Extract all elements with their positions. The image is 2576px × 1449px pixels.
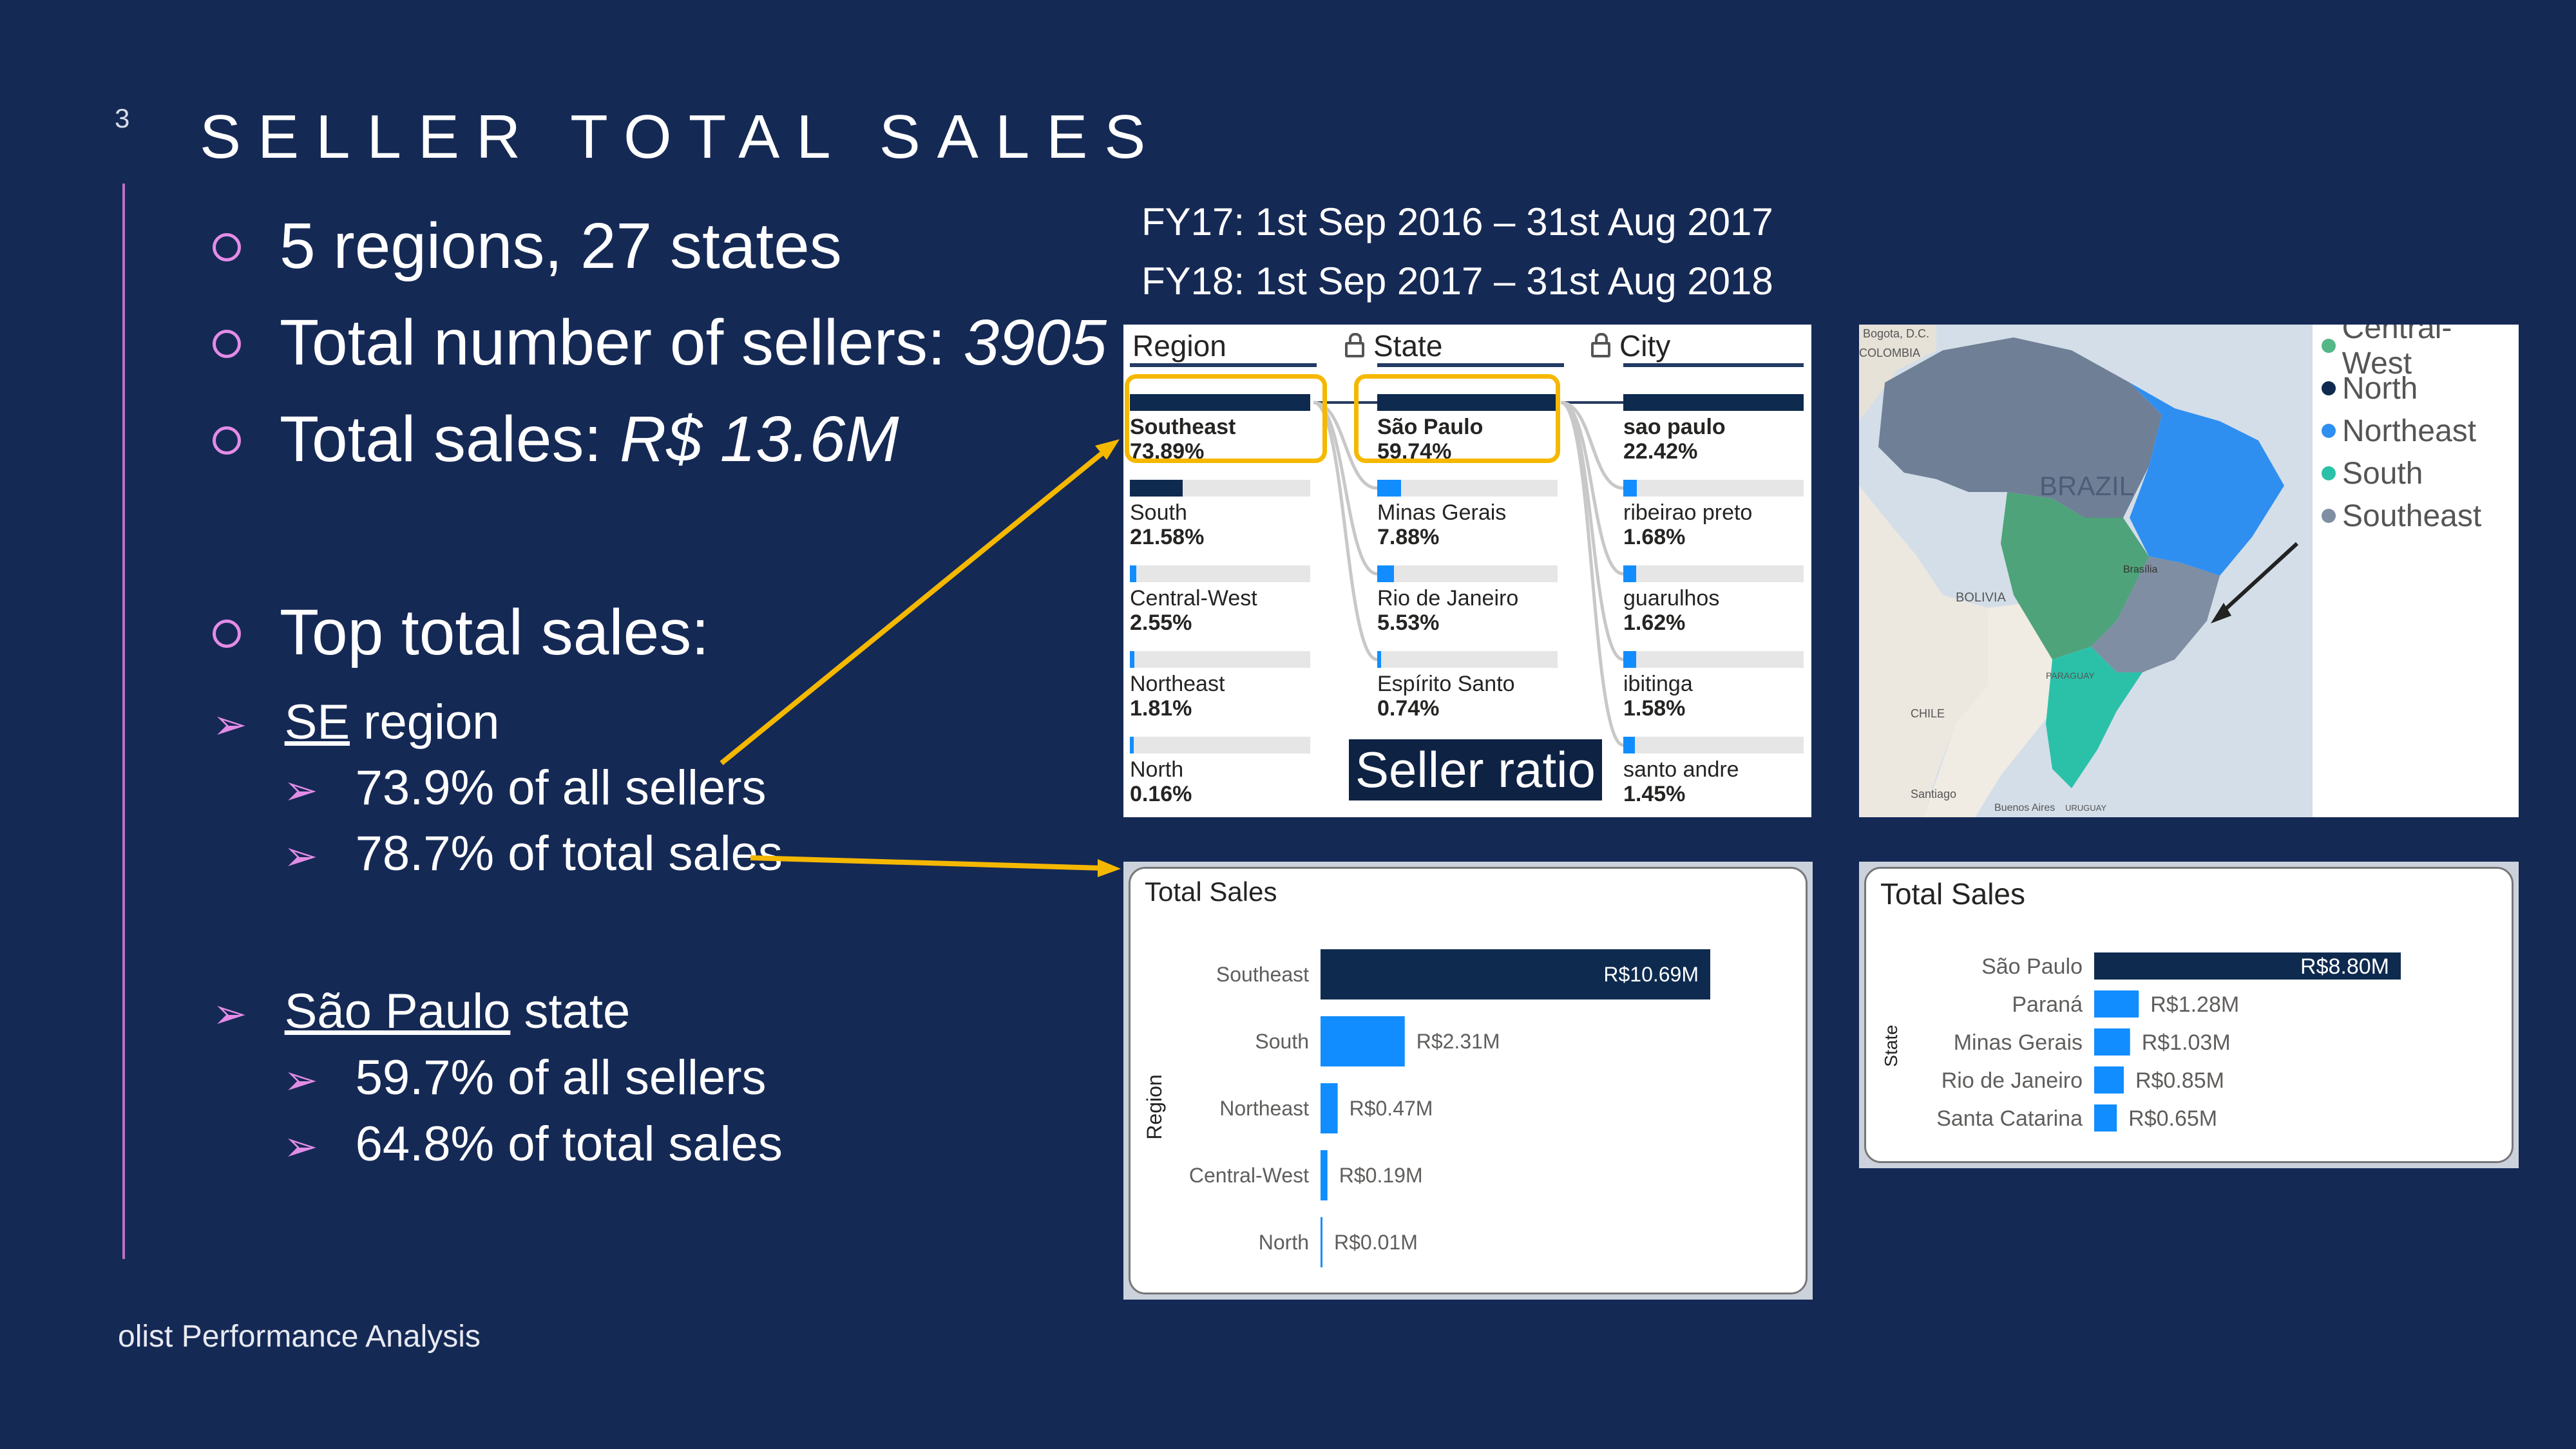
se-callout-arrow [720, 447, 1109, 766]
category-tick-label: São Paulo [1981, 954, 2083, 979]
category-tick-label: South [1255, 1030, 1309, 1053]
bar [2094, 1028, 2130, 1056]
bar [1321, 1217, 1322, 1267]
category-tick-label: Paraná [2012, 992, 2083, 1017]
y-axis-label: Region [1143, 1074, 1166, 1139]
bar [1321, 1083, 1338, 1133]
data-label: R$1.28M [2150, 992, 2239, 1017]
region-chart-plot: Region Southeast R$10.69M South R$2.31M North… [1143, 949, 1710, 1267]
category-tick-label: Minas Gerais [1954, 1030, 2083, 1055]
region-sales-chart: Total Sales Region Southeast R$10.69M South… [1123, 862, 1813, 1300]
data-label: R$2.31M [1417, 1030, 1500, 1053]
bar [2094, 990, 2139, 1018]
bar [1321, 1150, 1328, 1200]
data-label: R$0.47M [1350, 1097, 1433, 1120]
data-label: R$8.80M [2300, 954, 2389, 979]
data-label: R$0.65M [2128, 1106, 2217, 1131]
category-tick-label: Santa Catarina [1936, 1106, 2083, 1131]
category-tick-label: Central-West [1189, 1164, 1309, 1187]
bar [1321, 1016, 1405, 1066]
data-label: R$0.19M [1339, 1164, 1423, 1187]
category-tick-label: North [1259, 1231, 1309, 1254]
data-label: R$0.01M [1334, 1231, 1418, 1254]
state-chart-plot: State São Paulo R$8.80M Paraná R$1.28M Minas … [1881, 952, 2401, 1132]
sales-callout-arrow [750, 855, 1103, 871]
category-tick-label: Rio de Janeiro [1942, 1068, 2083, 1093]
data-label: R$10.69M [1603, 963, 1699, 986]
category-tick-label: Northeast [1219, 1097, 1309, 1120]
data-label: R$1.03M [2142, 1030, 2231, 1055]
y-axis-label: State [1881, 1025, 1901, 1066]
sales-callout-arrowhead [1098, 859, 1121, 877]
data-label: R$0.85M [2135, 1068, 2224, 1093]
category-tick-label: Southeast [1216, 963, 1309, 986]
bar [2094, 1066, 2124, 1094]
state-sales-chart: Total Sales State São Paulo R$8.80M Paraná R… [1859, 862, 2519, 1168]
bar [2094, 1104, 2117, 1132]
